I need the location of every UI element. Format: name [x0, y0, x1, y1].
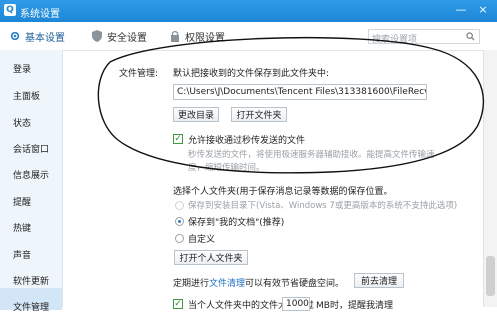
annotation-oval — [97, 36, 485, 174]
